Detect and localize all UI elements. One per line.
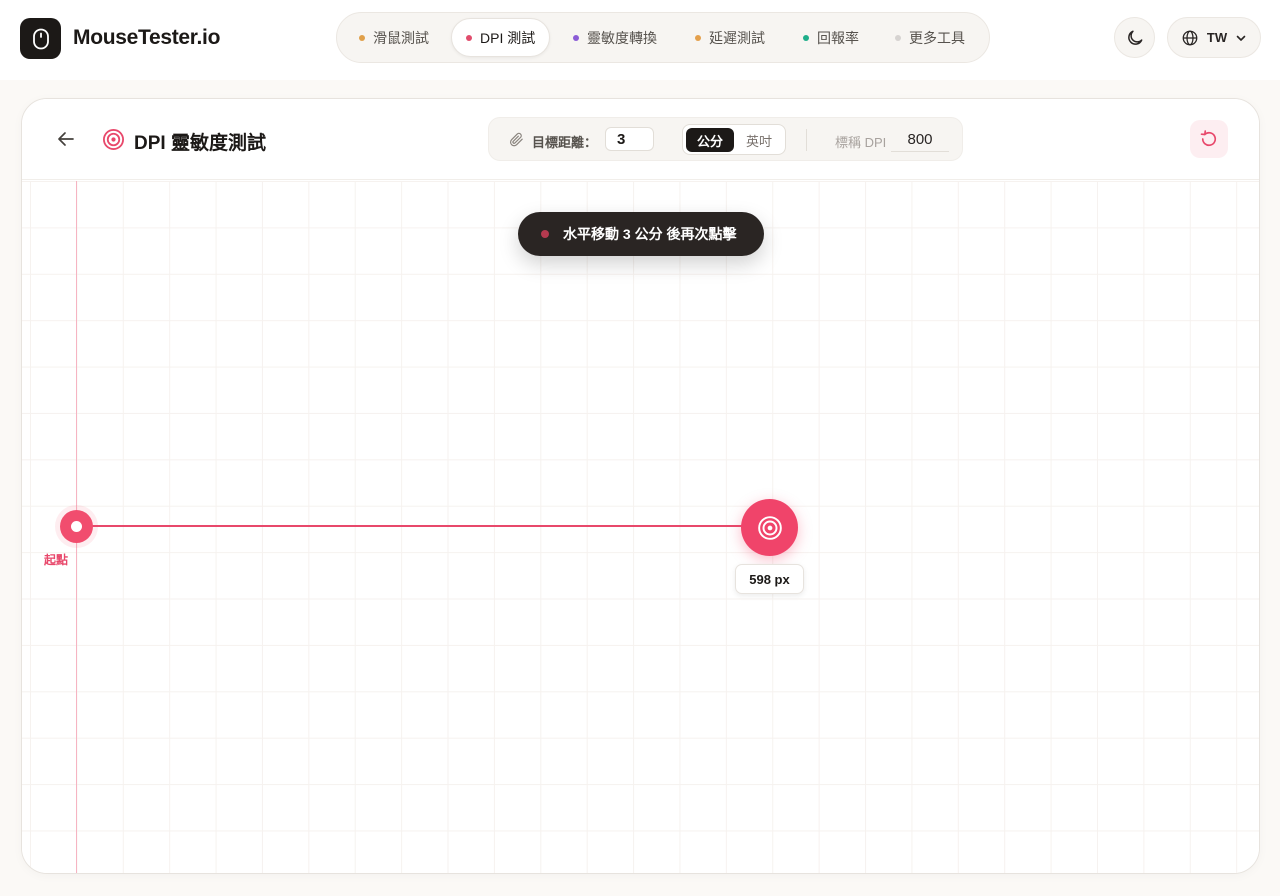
nav-dot xyxy=(895,34,901,41)
globe-icon xyxy=(1182,30,1198,45)
mouse-logo-icon[interactable] xyxy=(20,18,61,59)
target-icon xyxy=(103,129,124,150)
nav-item-label: 回報率 xyxy=(817,29,859,46)
nav-item-label: DPI 測試 xyxy=(480,29,536,46)
nav-item-latency-test[interactable]: 延遲測試 xyxy=(681,18,779,57)
reset-button[interactable] xyxy=(1190,120,1228,158)
nominal-dpi-input[interactable] xyxy=(891,127,949,152)
unit-toggle: 公分 英吋 xyxy=(682,124,786,155)
nav-item-more-tools[interactable]: 更多工具 xyxy=(881,18,979,57)
nav-item-mouse-test[interactable]: 滑鼠測試 xyxy=(345,18,443,57)
language-code: TW xyxy=(1206,30,1228,45)
page-title: DPI 靈敏度測試 xyxy=(134,133,266,154)
main-nav: 滑鼠測試 DPI 測試 靈敏度轉換 延遲測試 回報率 更多工具 xyxy=(336,12,990,63)
nav-dot xyxy=(359,34,365,41)
start-point xyxy=(60,510,93,543)
theme-toggle-button[interactable] xyxy=(1114,17,1155,58)
top-navbar: MouseTester.io 滑鼠測試 DPI 測試 靈敏度轉換 延遲測試 回報… xyxy=(0,0,1280,80)
unit-cm-button[interactable]: 公分 xyxy=(686,128,734,152)
distance-px-badge: 598 px xyxy=(735,564,804,594)
target-button[interactable] xyxy=(741,499,798,556)
nav-item-dpi-test[interactable]: DPI 測試 xyxy=(451,18,551,57)
moon-icon xyxy=(1127,30,1142,45)
instruction-text: 水平移動 3 公分 後再次點擊 xyxy=(563,226,737,242)
nominal-dpi-label: 標稱 DPI xyxy=(835,135,887,150)
arrow-left-icon xyxy=(58,132,74,146)
nav-item-polling-rate[interactable]: 回報率 xyxy=(789,18,873,57)
nav-dot xyxy=(695,34,701,41)
nav-dot xyxy=(803,34,809,41)
nav-dot xyxy=(466,34,472,41)
status-dot xyxy=(541,230,549,238)
nav-item-label: 滑鼠測試 xyxy=(373,29,429,46)
brand-name[interactable]: MouseTester.io xyxy=(73,26,220,50)
distance-track-line xyxy=(76,525,769,527)
target-distance-label: 目標距離： xyxy=(532,135,598,150)
language-selector[interactable]: TW xyxy=(1167,17,1261,58)
target-icon xyxy=(757,515,782,540)
chevron-down-icon xyxy=(1236,35,1246,41)
dpi-test-card: DPI 靈敏度測試 目標距離： 公分 英吋 標稱 DPI xyxy=(21,98,1260,874)
nav-item-label: 靈敏度轉換 xyxy=(587,29,657,46)
paperclip-icon xyxy=(509,132,523,147)
test-controls: 目標距離： 公分 英吋 標稱 DPI xyxy=(488,117,963,161)
instruction-toast: 水平移動 3 公分 後再次點擊 xyxy=(518,212,764,256)
start-point-center xyxy=(71,521,82,532)
controls-divider xyxy=(806,129,807,151)
unit-inch-button[interactable]: 英吋 xyxy=(735,128,783,152)
reset-icon xyxy=(1200,130,1217,147)
nav-dot xyxy=(573,34,579,41)
back-button[interactable] xyxy=(54,127,78,151)
start-label: 起點 xyxy=(44,553,69,567)
nav-item-sensitivity-converter[interactable]: 靈敏度轉換 xyxy=(559,18,671,57)
nav-item-label: 延遲測試 xyxy=(709,29,765,46)
nav-item-label: 更多工具 xyxy=(909,29,965,46)
card-header: DPI 靈敏度測試 目標距離： 公分 英吋 標稱 DPI xyxy=(22,99,1259,180)
test-canvas[interactable]: 水平移動 3 公分 後再次點擊 起點 598 px xyxy=(22,181,1259,873)
target-distance-input[interactable] xyxy=(605,127,654,151)
